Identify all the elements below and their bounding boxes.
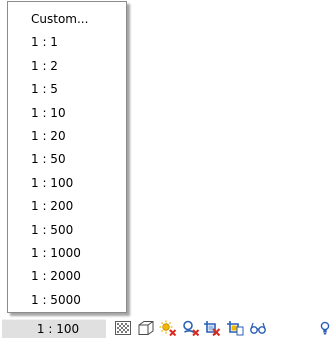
scale-option-1-50[interactable]: 1 : 50 <box>8 148 126 171</box>
view-control-bar: 1 : 100 <box>0 318 331 339</box>
scale-options-list: Custom... 1 : 1 1 : 2 1 : 5 1 : 10 1 : 2… <box>8 2 126 312</box>
scale-option-1-200[interactable]: 1 : 200 <box>8 195 126 218</box>
scale-option-1-20[interactable]: 1 : 20 <box>8 125 126 148</box>
shadows-icon[interactable] <box>182 320 200 336</box>
scale-option-1-100[interactable]: 1 : 100 <box>8 172 126 195</box>
visual-style-icon[interactable] <box>137 320 155 336</box>
view-scale-button[interactable]: 1 : 100 <box>2 319 106 338</box>
view-scale-dropdown-menu: Custom... 1 : 1 1 : 2 1 : 5 1 : 10 1 : 2… <box>7 1 127 313</box>
scale-option-1-1000[interactable]: 1 : 1000 <box>8 242 126 265</box>
scale-option-1-1[interactable]: 1 : 1 <box>8 31 126 54</box>
scale-option-1-2[interactable]: 1 : 2 <box>8 55 126 78</box>
scale-option-1-5[interactable]: 1 : 5 <box>8 78 126 101</box>
scale-option-1-500[interactable]: 1 : 500 <box>8 219 126 242</box>
show-crop-region-icon[interactable] <box>226 320 244 336</box>
scale-option-1-10[interactable]: 1 : 10 <box>8 102 126 125</box>
scale-option-1-2000[interactable]: 1 : 2000 <box>8 265 126 288</box>
scale-option-1-5000[interactable]: 1 : 5000 <box>8 289 126 312</box>
sun-path-icon[interactable] <box>159 320 177 336</box>
reveal-hidden-icon[interactable] <box>319 320 331 336</box>
crop-view-icon[interactable] <box>203 320 221 336</box>
temporary-hide-icon[interactable] <box>249 320 267 336</box>
detail-level-icon[interactable] <box>114 320 132 336</box>
scale-option-custom[interactable]: Custom... <box>8 8 126 31</box>
revit-view-scale-screen: Custom... 1 : 1 1 : 2 1 : 5 1 : 10 1 : 2… <box>0 0 331 339</box>
